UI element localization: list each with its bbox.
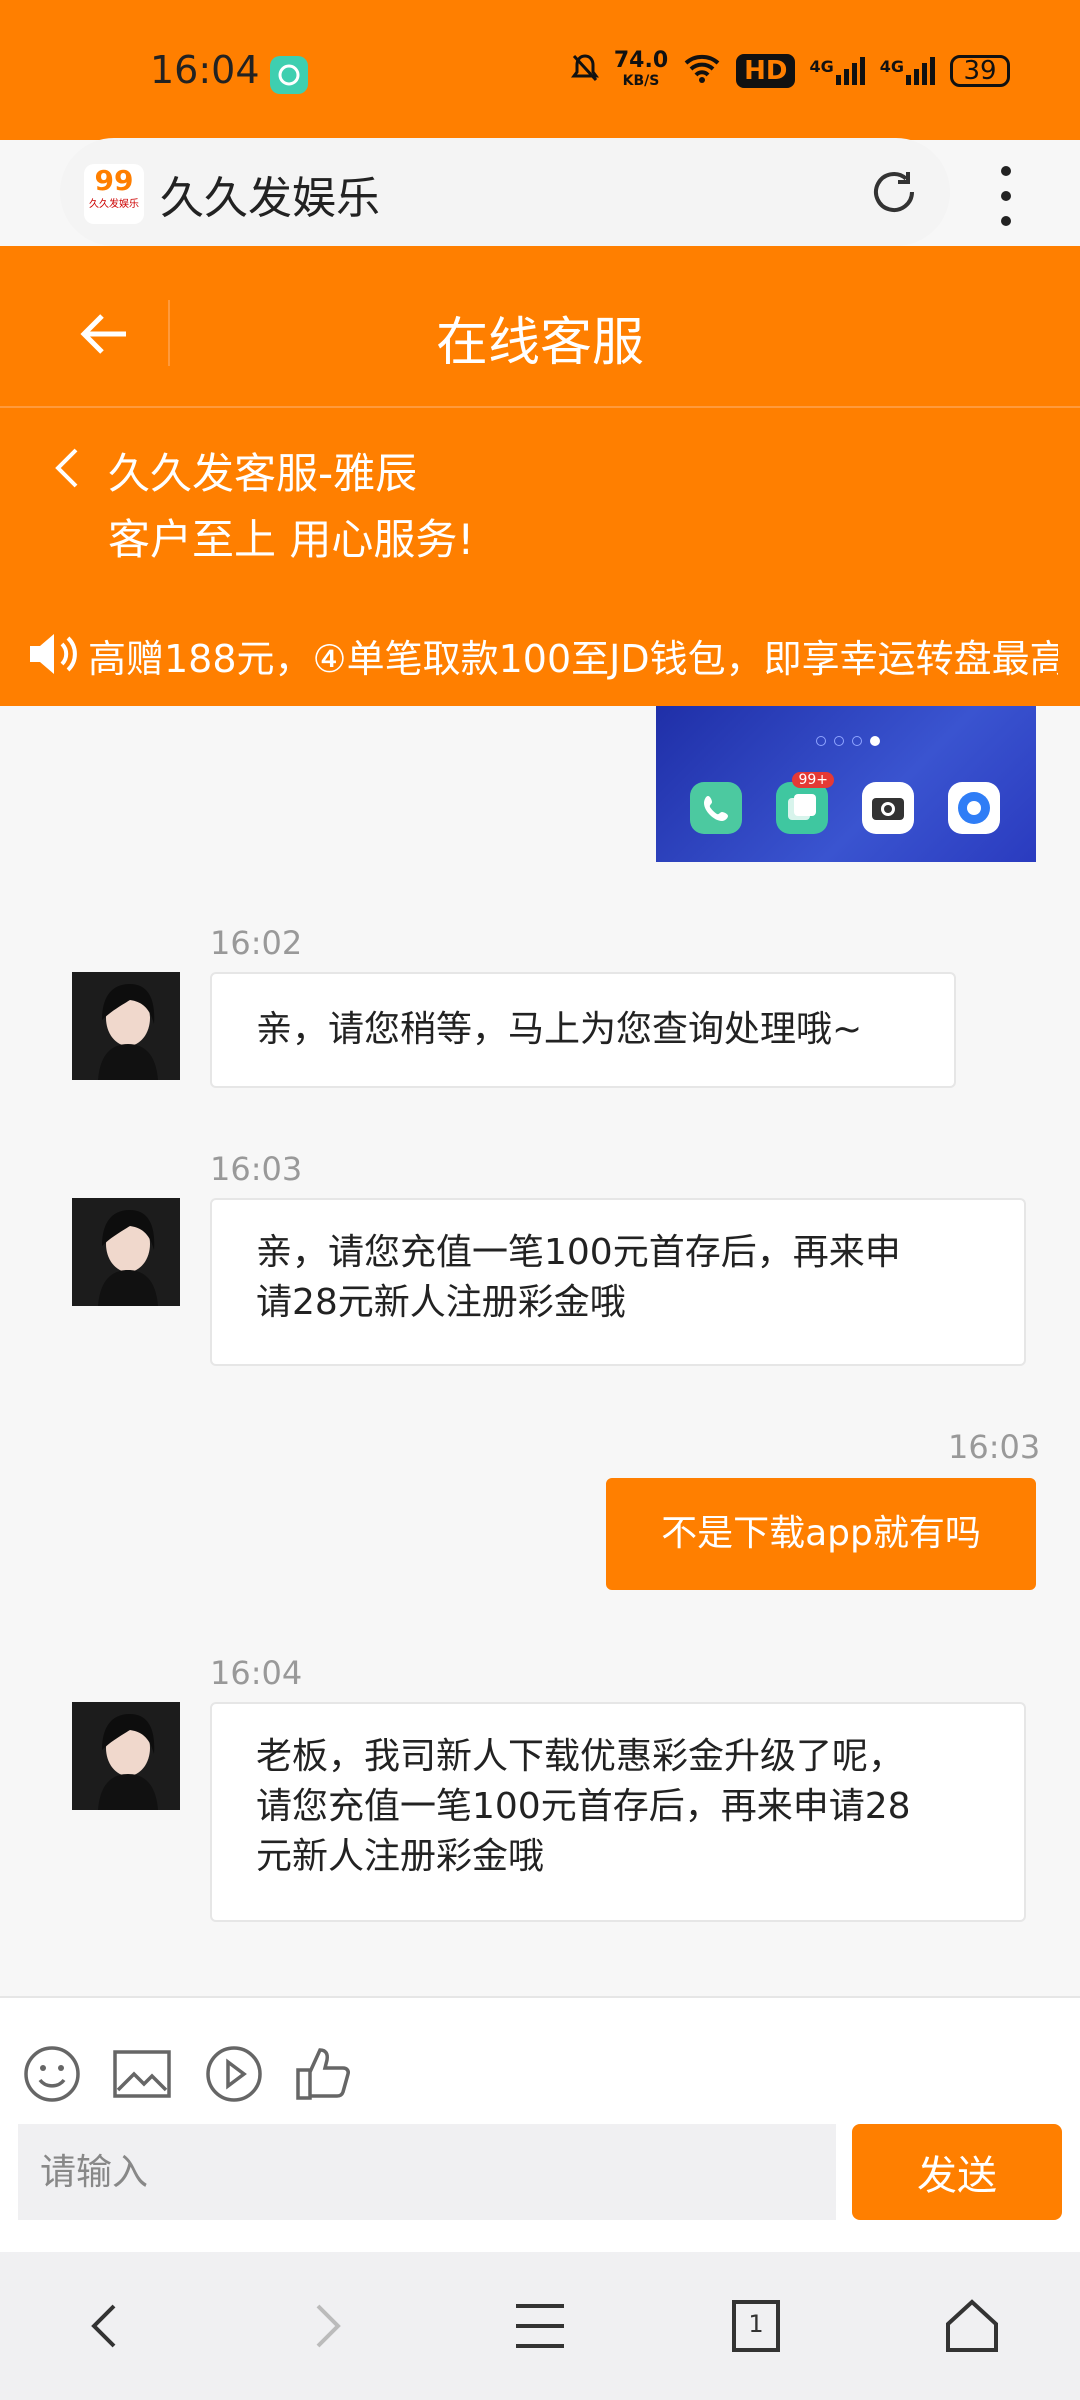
browser-app-icon — [948, 782, 1000, 834]
signal-4g-1: 4G — [809, 57, 865, 85]
page-title: 在线客服 — [435, 313, 644, 373]
tabs-icon[interactable]: 1 — [726, 2296, 786, 2356]
message-line: 请您充值一笔100元首存后，再来申请28 — [256, 1786, 911, 1827]
emoji-icon[interactable] — [22, 2044, 82, 2104]
menu-icon[interactable] — [510, 2296, 570, 2356]
status-time: 16:04 — [150, 48, 260, 92]
agent-message-bubble: 老板，我司新人下载优惠彩金升级了呢， 请您充值一笔100元首存后，再来申请28 … — [210, 1702, 1026, 1922]
agent-slogan: 客户至上 用心服务! — [108, 515, 475, 564]
home-icon[interactable] — [942, 2296, 1002, 2356]
agent-avatar — [72, 1198, 180, 1306]
agent-avatar — [72, 972, 180, 1080]
agent-message-bubble: 亲，请您稍等，马上为您查询处理哦~ — [210, 972, 956, 1088]
image-message[interactable]: 99+ — [656, 706, 1036, 862]
app-notification-icon — [270, 56, 308, 94]
multitask-app-icon: 99+ — [776, 772, 834, 834]
chevron-left-icon[interactable] — [52, 446, 82, 490]
speaker-icon — [26, 628, 82, 680]
user-message-bubble: 不是下载app就有吗 — [606, 1478, 1036, 1590]
message-timestamp: 16:03 — [948, 1428, 1041, 1466]
site-title[interactable]: 久久发娱乐 — [160, 162, 380, 226]
signal-4g-2: 4G — [880, 57, 936, 85]
thumbs-up-icon[interactable] — [294, 2044, 354, 2104]
video-icon[interactable] — [204, 2044, 264, 2104]
message-timestamp: 16:04 — [210, 1654, 303, 1692]
reload-icon[interactable] — [868, 166, 920, 218]
agent-name: 久久发客服-雅辰 — [108, 449, 418, 498]
badge-count: 99+ — [792, 772, 834, 788]
image-icon[interactable] — [112, 2044, 172, 2104]
message-line: 亲，请您充值一笔100元首存后，再来申 — [256, 1232, 901, 1273]
site-logo: 99 久久发娱乐 — [84, 164, 144, 224]
hd-badge: HD — [736, 54, 796, 88]
net-speed: 74.0 KB/S — [613, 48, 669, 90]
message-timestamp: 16:03 — [210, 1150, 303, 1188]
send-button[interactable]: 发送 — [852, 2124, 1062, 2220]
message-line: 元新人注册彩金哦 — [256, 1836, 545, 1877]
forward-icon[interactable] — [296, 2296, 356, 2356]
wifi-icon — [682, 53, 722, 90]
message-line: 请28元新人注册彩金哦 — [256, 1282, 626, 1323]
announcement-text: 高赠188元，④单笔取款100至JD钱包，即享幸运转盘最高 — [88, 637, 1058, 681]
status-icons: 74.0 KB/S HD 4G 4G 39 — [570, 48, 1010, 94]
mute-icon — [570, 52, 600, 91]
agent-avatar — [72, 1702, 180, 1810]
page-dots — [816, 736, 880, 746]
message-line: 老板，我司新人下载优惠彩金升级了呢， — [256, 1736, 905, 1777]
message-timestamp: 16:02 — [210, 924, 303, 962]
message-input[interactable] — [18, 2124, 836, 2220]
phone-app-icon — [690, 782, 742, 834]
agent-message-bubble: 亲，请您充值一笔100元首存后，再来申 请28元新人注册彩金哦 — [210, 1198, 1026, 1366]
back-icon[interactable] — [76, 2296, 136, 2356]
battery-indicator: 39 — [950, 55, 1010, 87]
camera-app-icon — [862, 782, 914, 834]
more-menu-icon[interactable] — [996, 166, 1016, 226]
tab-count: 1 — [748, 2310, 764, 2338]
